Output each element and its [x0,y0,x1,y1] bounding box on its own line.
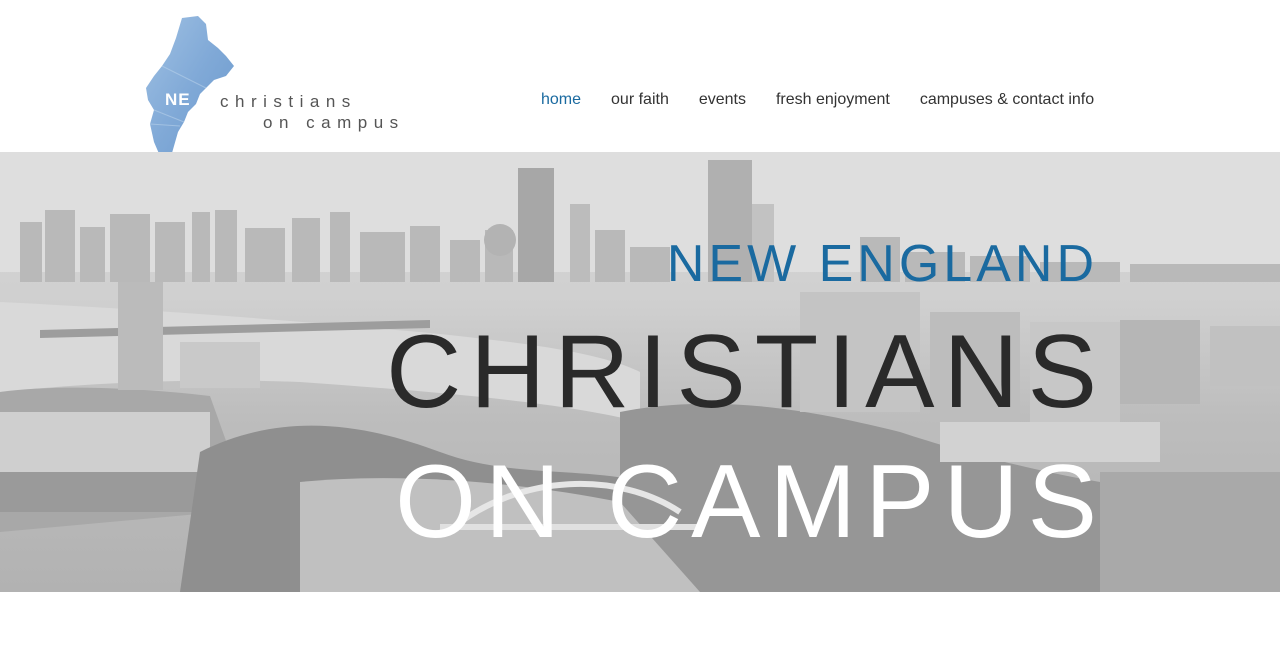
hero-banner: NEW ENGLAND CHRISTIANS ON CAMPUS [0,152,1280,592]
main-nav: home our faith events fresh enjoyment ca… [526,89,1109,111]
logo-abbrev: NE [165,90,191,109]
new-england-map-icon [146,16,234,160]
hero-title-sub: ON CAMPUS [395,444,1106,560]
nav-item-our-faith[interactable]: our faith [596,89,684,111]
hero-title-region: NEW ENGLAND [666,235,1098,293]
logo-text-line1: christians [220,92,357,111]
site-logo[interactable]: NE christians on campus [140,14,440,164]
site-header: NE christians on campus home our faith e… [0,0,1280,160]
nav-item-home[interactable]: home [526,89,596,111]
nav-item-fresh-enjoyment[interactable]: fresh enjoyment [761,89,905,111]
logo-text-line2: on campus [263,113,405,132]
hero-title-main: CHRISTIANS [386,314,1106,430]
page-content-area [0,592,1280,663]
page: NE christians on campus home our faith e… [0,0,1280,663]
nav-item-campuses-contact[interactable]: campuses & contact info [905,89,1109,111]
nav-item-events[interactable]: events [684,89,761,111]
